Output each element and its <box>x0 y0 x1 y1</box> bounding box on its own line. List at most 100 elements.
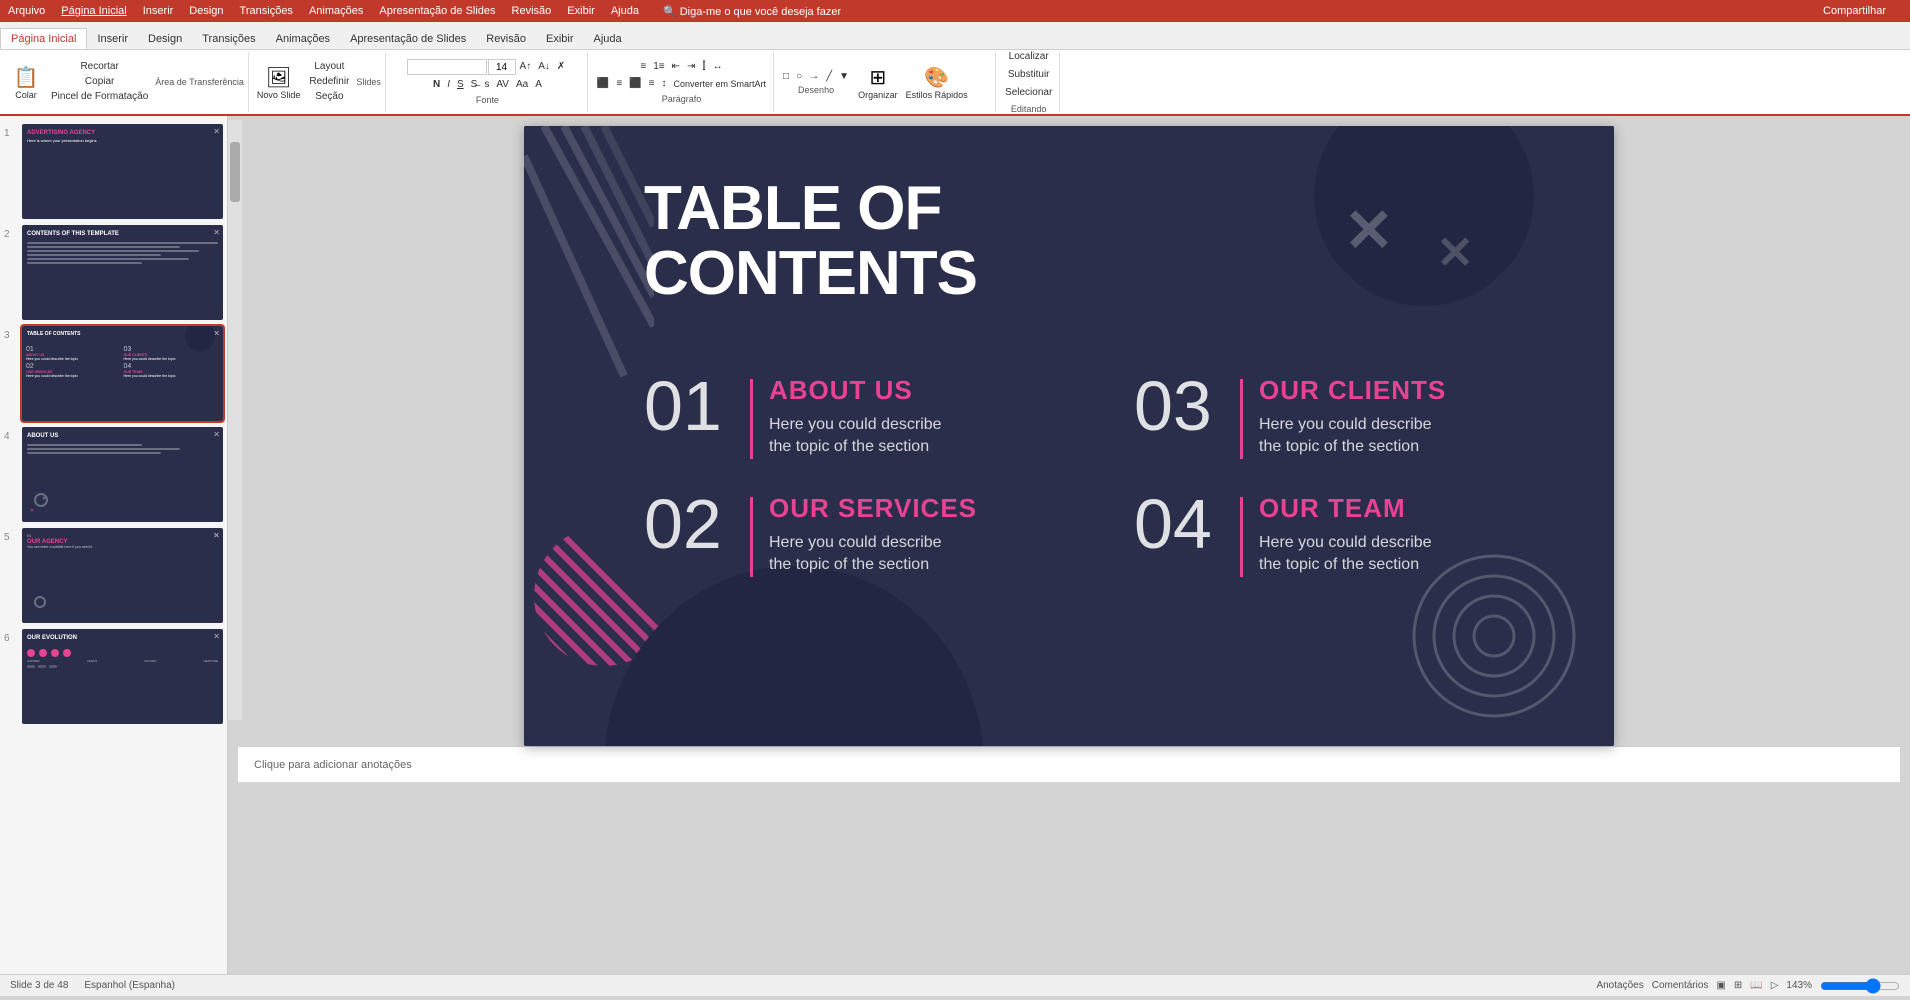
toc-heading-4: OUR TEAM <box>1259 493 1432 524</box>
shapes-more[interactable]: ▼ <box>836 70 852 84</box>
slide-2-thumb[interactable]: ✕ CONTENTS OF THIS TEMPLATE <box>22 225 223 320</box>
menu-pagina-inicial[interactable]: Página Inicial <box>61 5 126 17</box>
smartart-button[interactable]: Converter em SmartArt <box>671 77 770 91</box>
slide-panel: 1 ✕ ADVERTISING AGENCY Here is where you… <box>0 116 228 974</box>
align-right-button[interactable]: ⬛ <box>626 77 644 91</box>
menu-apresentacao[interactable]: Apresentação de Slides <box>379 5 495 17</box>
layout-button[interactable]: Layout <box>306 60 352 74</box>
tab-pagina-inicial[interactable]: Página Inicial <box>0 28 87 49</box>
slide-4-close[interactable]: ✕ <box>213 430 220 439</box>
bullets-button[interactable]: ≡ <box>637 60 649 74</box>
new-slide-button[interactable]: 🖼 Novo Slide <box>255 63 303 102</box>
notes-bar[interactable]: Clique para adicionar anotações <box>238 746 1900 782</box>
format-painter-button[interactable]: Pincel de Formatação <box>48 90 151 104</box>
quick-styles-button[interactable]: 🎨 Estilos Rápidos <box>904 63 970 102</box>
comments-button[interactable]: Comentários <box>1652 980 1709 991</box>
toc-text-3: OUR CLIENTS Here you could describe the … <box>1259 371 1446 459</box>
tab-animacoes[interactable]: Animações <box>266 29 340 49</box>
slide-content: ✕ ✕ <box>524 126 1614 746</box>
toc-desc-1: Here you could describe the topic of the… <box>769 414 942 459</box>
cut-button[interactable]: Recortar <box>48 60 151 74</box>
menu-animacoes[interactable]: Animações <box>309 5 363 17</box>
toc-number-4: 04 <box>1134 489 1224 559</box>
shadow-button[interactable]: s <box>481 78 492 92</box>
slide-title-text: TABLE OF CONTENTS <box>644 176 977 306</box>
status-bar: Slide 3 de 48 Espanhol (Espanha) Anotaçõ… <box>0 974 1910 996</box>
scroll-bar[interactable] <box>228 120 242 720</box>
main-slide[interactable]: ✕ ✕ <box>524 126 1614 746</box>
deco-diagonal-lines <box>524 126 654 426</box>
replace-button[interactable]: Substituir <box>1005 68 1053 82</box>
align-left-button[interactable]: ⬛ <box>594 77 612 91</box>
slide-5-thumb[interactable]: ✕ 01 OUR AGENCY You can enter a subtitle… <box>22 528 223 623</box>
underline-button[interactable]: S <box>454 78 467 92</box>
tab-design[interactable]: Design <box>138 29 192 49</box>
decrease-font-button[interactable]: A↓ <box>535 59 553 75</box>
oval-button[interactable]: ○ <box>793 70 805 84</box>
find-button[interactable]: Localizar <box>1006 50 1052 64</box>
bold-button[interactable]: N <box>430 78 443 92</box>
spacing-button[interactable]: AV <box>493 78 512 92</box>
view-slide-sorter-button[interactable]: ⊞ <box>1734 980 1742 991</box>
arrow-button[interactable]: → <box>806 70 822 84</box>
toc-text-2: OUR SERVICES Here you could describe the… <box>769 489 977 577</box>
tab-revisao[interactable]: Revisão <box>476 29 536 49</box>
select-button[interactable]: Selecionar <box>1002 86 1055 100</box>
tab-ajuda[interactable]: Ajuda <box>584 29 632 49</box>
tab-inserir[interactable]: Inserir <box>87 29 138 49</box>
font-name-input[interactable] <box>407 59 487 75</box>
clear-format-button[interactable]: ✗ <box>554 59 568 75</box>
increase-indent-button[interactable]: ⇥ <box>684 60 698 74</box>
line-button[interactable]: ╱ <box>823 70 835 84</box>
columns-button[interactable]: ⫿ <box>699 60 708 74</box>
rect-button[interactable]: □ <box>780 70 792 84</box>
justify-button[interactable]: ≡ <box>646 77 658 91</box>
menu-transicoes[interactable]: Transições <box>240 5 293 17</box>
slide-2-close[interactable]: ✕ <box>213 228 220 237</box>
strikethrough-button[interactable]: S̶ <box>468 78 481 92</box>
copy-button[interactable]: Copiar <box>48 75 151 89</box>
numbering-button[interactable]: 1≡ <box>650 60 667 74</box>
direction-button[interactable]: ↔ <box>710 60 726 74</box>
font-color-button[interactable]: A <box>532 78 545 92</box>
menu-inserir[interactable]: Inserir <box>143 5 174 17</box>
menu-diga-me[interactable]: 🔍 Diga-me o que você deseja fazer <box>663 5 857 18</box>
toc-heading-3: OUR CLIENTS <box>1259 375 1446 406</box>
section-button[interactable]: Seção <box>306 90 352 104</box>
slide-1-thumb[interactable]: ✕ ADVERTISING AGENCY Here is where your … <box>22 124 223 219</box>
menu-exibir[interactable]: Exibir <box>567 5 595 17</box>
tab-exibir[interactable]: Exibir <box>536 29 584 49</box>
paragraph-group: ≡ 1≡ ⇤ ⇥ ⫿ ↔ ⬛ ≡ ⬛ ≡ ↕ Converter em Smar… <box>590 52 774 112</box>
view-slideshow-button[interactable]: ▷ <box>1771 980 1779 991</box>
slide-6-close[interactable]: ✕ <box>213 632 220 641</box>
slide-6-thumb[interactable]: ✕ OUR EVOLUTION JUPITER VENUS <box>22 629 223 724</box>
language-info: Espanhol (Espanha) <box>84 980 175 991</box>
menu-revisao[interactable]: Revisão <box>512 5 552 17</box>
view-reading-button[interactable]: 📖 <box>1750 980 1762 991</box>
change-case-button[interactable]: Aa <box>513 78 531 92</box>
menu-design[interactable]: Design <box>189 5 223 17</box>
align-center-button[interactable]: ≡ <box>613 77 625 91</box>
tab-transicoes[interactable]: Transições <box>192 29 265 49</box>
increase-font-button[interactable]: A↑ <box>517 59 535 75</box>
decrease-indent-button[interactable]: ⇤ <box>669 60 683 74</box>
italic-button[interactable]: I <box>444 78 453 92</box>
view-normal-button[interactable]: ▣ <box>1716 980 1725 991</box>
menu-ajuda[interactable]: Ajuda <box>611 5 639 17</box>
paste-button[interactable]: 📋 Colar <box>8 63 44 102</box>
menu-arquivo[interactable]: Arquivo <box>8 5 45 17</box>
tab-apresentacao[interactable]: Apresentação de Slides <box>340 29 476 49</box>
drawing-group: □ ○ → ╱ ▼ Desenho ⊞ Organizar 🎨 Estilos … <box>776 52 996 112</box>
font-size-input[interactable] <box>488 59 516 75</box>
slide-4-thumb[interactable]: ✕ ABOUT US ✕ ✕ <box>22 427 223 522</box>
notes-button[interactable]: Anotações <box>1596 980 1643 991</box>
slide-3-container: 3 ✕ ✕ TABLE OF CONTENTS 01 ABOUT US Here… <box>4 326 223 421</box>
slide-3-thumb[interactable]: ✕ ✕ TABLE OF CONTENTS 01 ABOUT US Here y… <box>22 326 223 421</box>
line-spacing-button[interactable]: ↕ <box>659 77 670 91</box>
organize-button[interactable]: ⊞ Organizar <box>856 63 900 102</box>
reset-button[interactable]: Redefinir <box>306 75 352 89</box>
slide-1-close[interactable]: ✕ <box>213 127 220 136</box>
share-button[interactable]: Compartilhar <box>1823 5 1886 17</box>
notes-placeholder: Clique para adicionar anotações <box>254 759 412 771</box>
zoom-slider[interactable] <box>1820 980 1900 992</box>
